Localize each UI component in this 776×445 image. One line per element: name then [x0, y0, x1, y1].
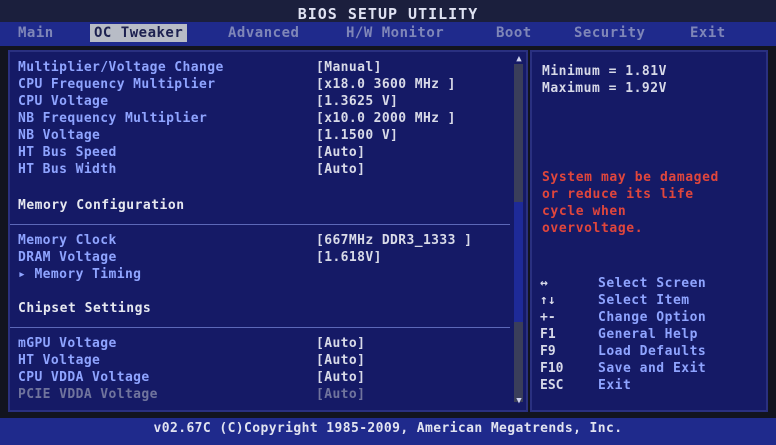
- help-text: Save and Exit: [598, 361, 707, 376]
- setting-value[interactable]: [Auto]: [316, 352, 365, 369]
- help-key: F9: [540, 344, 556, 359]
- chipset-section-heading: Chipset Settings: [18, 301, 152, 316]
- scroll-down-icon[interactable]: ▼: [514, 396, 524, 406]
- help-key: F1: [540, 327, 556, 342]
- warning-text: System may be damaged: [542, 170, 719, 185]
- setting-value[interactable]: [Manual]: [316, 59, 382, 76]
- help-key: ESC: [540, 378, 564, 393]
- section-divider: [10, 224, 510, 225]
- memory-section-heading: Memory Configuration: [18, 198, 185, 213]
- setting-label: HT Bus Speed: [18, 145, 117, 160]
- setting-label: NB Frequency Multiplier: [18, 111, 208, 126]
- settings-panel: Multiplier/Voltage Change [Manual] CPU F…: [8, 50, 528, 412]
- setting-label: PCIE VDDA Voltage: [18, 387, 158, 402]
- setting-label: NB Voltage: [18, 128, 101, 143]
- setting-value[interactable]: [1.618V]: [316, 249, 382, 266]
- help-key: F10: [540, 361, 564, 376]
- help-text: Select Item: [598, 293, 690, 308]
- help-text: Change Option: [598, 310, 707, 325]
- setting-label: CPU VDDA Voltage: [18, 370, 150, 385]
- help-key: ↑↓: [540, 293, 556, 308]
- setting-value[interactable]: [x18.0 3600 MHz ]: [316, 76, 456, 93]
- setting-label: CPU Voltage: [18, 94, 109, 109]
- setting-value[interactable]: [Auto]: [316, 144, 365, 161]
- help-key: ↔: [540, 276, 548, 291]
- tab-hw-monitor[interactable]: H/W Monitor: [342, 24, 448, 42]
- setting-label: CPU Frequency Multiplier: [18, 77, 216, 92]
- warning-text: overvoltage.: [542, 221, 644, 236]
- setting-value[interactable]: [x10.0 2000 MHz ]: [316, 110, 456, 127]
- tab-oc-tweaker[interactable]: OC Tweaker: [90, 24, 188, 42]
- setting-label: HT Bus Width: [18, 162, 117, 177]
- tab-boot[interactable]: Boot: [492, 24, 536, 42]
- setting-value[interactable]: [1.1500 V]: [316, 127, 398, 144]
- voltage-minimum: Minimum = 1.81V: [542, 64, 667, 79]
- help-key: +-: [540, 310, 556, 325]
- tab-main[interactable]: Main: [14, 24, 58, 42]
- setting-label: DRAM Voltage: [18, 250, 117, 265]
- tab-exit[interactable]: Exit: [686, 24, 730, 42]
- tab-advanced[interactable]: Advanced: [224, 24, 303, 42]
- section-divider: [10, 327, 510, 328]
- voltage-maximum: Maximum = 1.92V: [542, 81, 667, 96]
- window-title: BIOS SETUP UTILITY: [0, 0, 776, 24]
- scroll-thumb[interactable]: [514, 202, 523, 322]
- setting-label: Memory Clock: [18, 233, 117, 248]
- setting-value[interactable]: [1.3625 V]: [316, 93, 398, 110]
- warning-text: cycle when: [542, 204, 627, 219]
- copyright-footer: v02.67C (C)Copyright 1985-2009, American…: [0, 418, 776, 445]
- setting-value[interactable]: [Auto]: [316, 161, 365, 178]
- setting-value[interactable]: [Auto]: [316, 335, 365, 352]
- menu-bar: Main OC Tweaker Advanced H/W Monitor Boo…: [0, 22, 776, 46]
- tab-security[interactable]: Security: [570, 24, 649, 42]
- setting-label: mGPU Voltage: [18, 336, 117, 351]
- scrollbar[interactable]: [514, 64, 523, 402]
- help-text: General Help: [598, 327, 698, 342]
- help-text: Exit: [598, 378, 632, 393]
- bios-screen: BIOS SETUP UTILITY Main OC Tweaker Advan…: [0, 0, 776, 445]
- help-panel: Minimum = 1.81V Maximum = 1.92V System m…: [530, 50, 768, 412]
- submenu-label: ▸ Memory Timing: [18, 267, 142, 282]
- help-text: Select Screen: [598, 276, 707, 291]
- setting-value[interactable]: [667MHz DDR3_1333 ]: [316, 232, 472, 249]
- setting-label: HT Voltage: [18, 353, 101, 368]
- help-text: Load Defaults: [598, 344, 707, 359]
- warning-text: or reduce its life: [542, 187, 694, 202]
- scroll-up-icon[interactable]: ▲: [514, 54, 524, 64]
- setting-label: Multiplier/Voltage Change: [18, 60, 224, 75]
- setting-value[interactable]: [Auto]: [316, 369, 365, 386]
- setting-value[interactable]: [Auto]: [316, 386, 365, 403]
